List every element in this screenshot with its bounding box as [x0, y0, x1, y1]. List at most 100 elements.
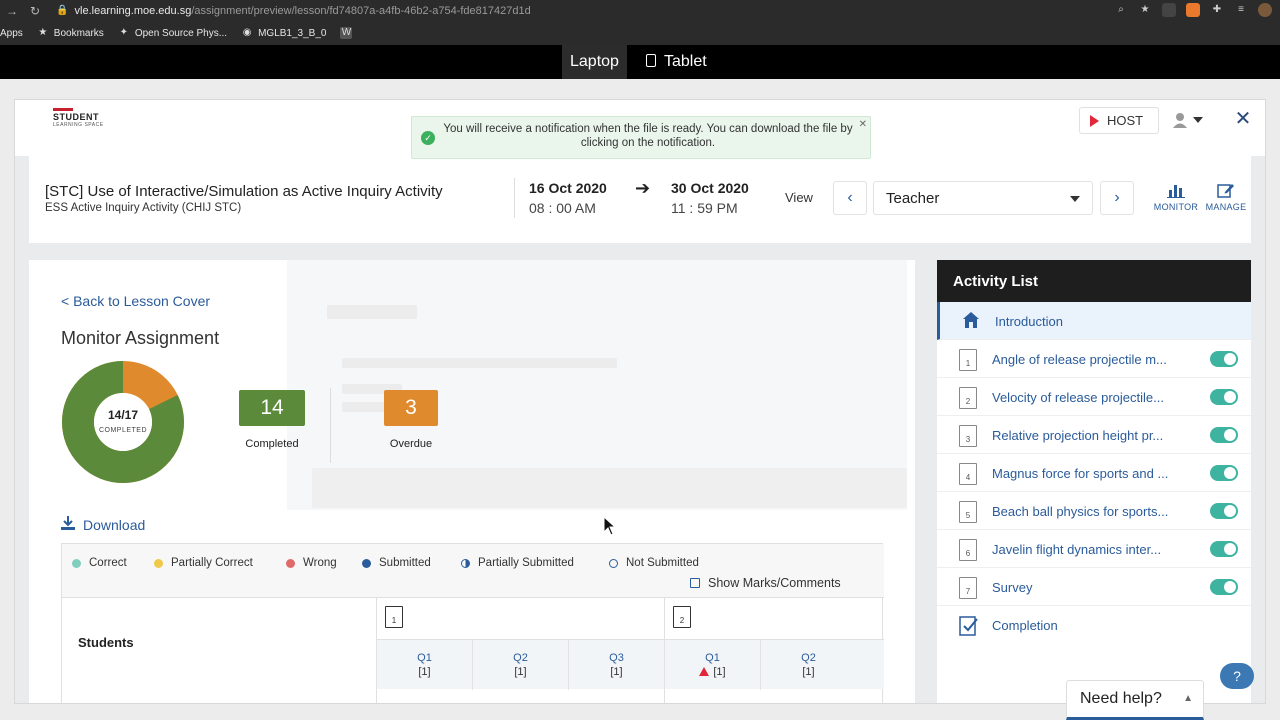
activity-item-3[interactable]: 3 Relative projection height pr...: [937, 416, 1251, 454]
question-header[interactable]: Q2 [1]: [472, 640, 568, 690]
completed-count: 14: [239, 390, 305, 426]
show-marks-checkbox[interactable]: Show Marks/Comments: [690, 576, 841, 590]
visibility-toggle[interactable]: [1210, 503, 1238, 519]
activity-doc-icon[interactable]: 2: [673, 606, 691, 628]
bookmark-apps[interactable]: Apps: [0, 28, 23, 39]
document-icon: 2: [959, 387, 977, 409]
play-icon: [1090, 114, 1099, 127]
students-column-header: Students: [78, 635, 134, 650]
laptop-view-button[interactable]: Laptop: [562, 45, 627, 79]
divider: [514, 178, 515, 218]
legend-submitted: Submitted: [362, 557, 431, 569]
visibility-toggle[interactable]: [1210, 427, 1238, 443]
activity-item-2[interactable]: 2 Velocity of release projectile...: [937, 378, 1251, 416]
view-select[interactable]: Teacher: [873, 181, 1093, 215]
extension-icon[interactable]: [1162, 3, 1176, 17]
close-icon[interactable]: ✕: [1231, 108, 1255, 132]
overdue-count: 3: [384, 390, 438, 426]
back-to-lesson-cover-link[interactable]: < Back to Lesson Cover: [61, 293, 210, 309]
notification-toast: ✓ You will receive a notification when t…: [411, 116, 871, 159]
lock-icon: 🔒: [56, 5, 69, 16]
lesson-subtitle: ESS Active Inquiry Activity (CHIJ STC): [45, 202, 242, 214]
end-time: 11 : 59 PM: [671, 200, 738, 216]
question-header[interactable]: Q1 [1]: [376, 640, 472, 690]
monitor-panel: < Back to Lesson Cover Monitor Assignmen…: [29, 260, 915, 703]
start-date: 16 Oct 2020: [529, 180, 607, 196]
activity-doc-icon[interactable]: 1: [385, 606, 403, 628]
preview-stage: STUDENT LEARNING SPACE HOST ✕ ✓ You will…: [0, 79, 1280, 720]
donut-label: 14/17 COMPLETED: [98, 408, 148, 434]
activity-item-completion[interactable]: Completion: [937, 606, 1251, 644]
avatar[interactable]: [1258, 3, 1272, 17]
toast-close-icon[interactable]: ✕: [859, 118, 867, 132]
download-icon: [61, 516, 75, 533]
status-legend: Correct Partially Correct Wrong Submitte…: [62, 544, 884, 598]
tablet-view-button[interactable]: Tablet: [638, 45, 715, 79]
caret-down-icon: [1193, 117, 1203, 123]
question-header[interactable]: Q3 [1]: [568, 640, 664, 690]
user-icon: [1173, 113, 1187, 128]
document-icon: 7: [959, 577, 977, 599]
completed-stat[interactable]: 14 Completed: [237, 390, 307, 450]
help-question-icon[interactable]: ?: [1220, 663, 1254, 689]
legend-correct: Correct: [72, 557, 127, 569]
reload-icon[interactable]: ↻: [24, 4, 46, 18]
visibility-toggle[interactable]: [1210, 389, 1238, 405]
checklist-icon: [959, 616, 978, 636]
legend-partially-correct: Partially Correct: [154, 557, 253, 569]
next-view-button[interactable]: ›: [1100, 181, 1134, 215]
monitor-button[interactable]: MONITOR: [1151, 182, 1201, 212]
manage-button[interactable]: MANAGE: [1201, 182, 1251, 212]
home-icon: [963, 312, 979, 328]
student-progress-table: Correct Partially Correct Wrong Submitte…: [61, 543, 884, 703]
user-menu[interactable]: [1173, 110, 1213, 130]
activity-item-5[interactable]: 5 Beach ball physics for sports...: [937, 492, 1251, 530]
back-arrow-icon[interactable]: →: [0, 4, 24, 18]
need-help-button[interactable]: Need help? ▲: [1066, 680, 1204, 720]
activity-item-survey[interactable]: 7 Survey: [937, 568, 1251, 606]
legend-wrong: Wrong: [286, 557, 337, 569]
document-icon: 4: [959, 463, 977, 485]
chevron-right-icon: ›: [1114, 189, 1120, 206]
question-header-row: Q1 [1] Q2 [1] Q3 [1] Q1 [1] Q2 [1]: [376, 639, 884, 690]
extension-icon[interactable]: [1186, 3, 1200, 17]
end-date: 30 Oct 2020: [671, 180, 749, 196]
menu-icon[interactable]: ≡: [1234, 3, 1248, 17]
bookmark-open-source-physics[interactable]: ✦ Open Source Phys...: [118, 27, 227, 39]
activity-item-6[interactable]: 6 Javelin flight dynamics inter...: [937, 530, 1251, 568]
monitor-title: Monitor Assignment: [61, 328, 220, 348]
warning-icon: [699, 667, 710, 676]
legend-not-submitted: Not Submitted: [609, 557, 699, 569]
visibility-toggle[interactable]: [1210, 351, 1238, 367]
figure-icon: ✦: [119, 27, 128, 38]
visibility-toggle[interactable]: [1210, 541, 1238, 557]
checkbox-icon: [690, 578, 700, 588]
question-header[interactable]: Q1 [1]: [664, 640, 760, 690]
overdue-stat[interactable]: 3 Overdue: [376, 390, 446, 450]
download-button[interactable]: Download: [61, 516, 145, 533]
host-button[interactable]: HOST: [1079, 107, 1159, 134]
caret-down-icon: [1070, 196, 1080, 202]
activity-list-panel: Activity List Introduction 1 Angle of re…: [937, 260, 1251, 703]
star-icon[interactable]: ★: [1138, 3, 1152, 17]
activity-item-4[interactable]: 4 Magnus force for sports and ...: [937, 454, 1251, 492]
lesson-info-bar: [STC] Use of Interactive/Simulation as A…: [29, 154, 1251, 243]
globe-icon: ◉: [242, 27, 252, 38]
activity-item-introduction[interactable]: Introduction: [937, 302, 1251, 340]
visibility-toggle[interactable]: [1210, 465, 1238, 481]
bookmark-mglb[interactable]: ◉ MGLB1_3_B_0: [241, 27, 327, 39]
visibility-toggle[interactable]: [1210, 579, 1238, 595]
sls-logo: STUDENT LEARNING SPACE: [53, 108, 111, 132]
address-field[interactable]: vle.learning.moe.edu.sg/assignment/previ…: [75, 5, 531, 17]
puzzle-icon[interactable]: ✚: [1210, 3, 1224, 17]
activity-list-title: Activity List: [937, 260, 1251, 302]
activity-item-1[interactable]: 1 Angle of release projectile m...: [937, 340, 1251, 378]
device-preview-bar: Laptop Tablet: [0, 45, 1280, 79]
extensions-bar: ⌕ ★ ✚ ≡: [1114, 3, 1272, 17]
start-time: 08 : 00 AM: [529, 200, 596, 216]
zoom-icon[interactable]: ⌕: [1114, 3, 1128, 17]
bookmark-bookmarks[interactable]: ★ Bookmarks: [37, 27, 104, 39]
prev-view-button[interactable]: ‹: [833, 181, 867, 215]
bookmark-w[interactable]: W: [340, 27, 357, 39]
question-header[interactable]: Q2 [1]: [760, 640, 856, 690]
